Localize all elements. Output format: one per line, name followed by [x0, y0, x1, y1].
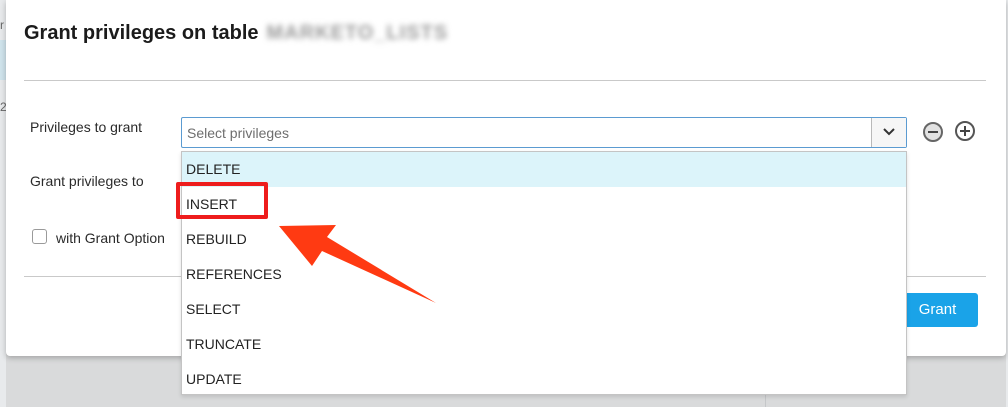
- annotation-arrow-icon: [279, 225, 436, 303]
